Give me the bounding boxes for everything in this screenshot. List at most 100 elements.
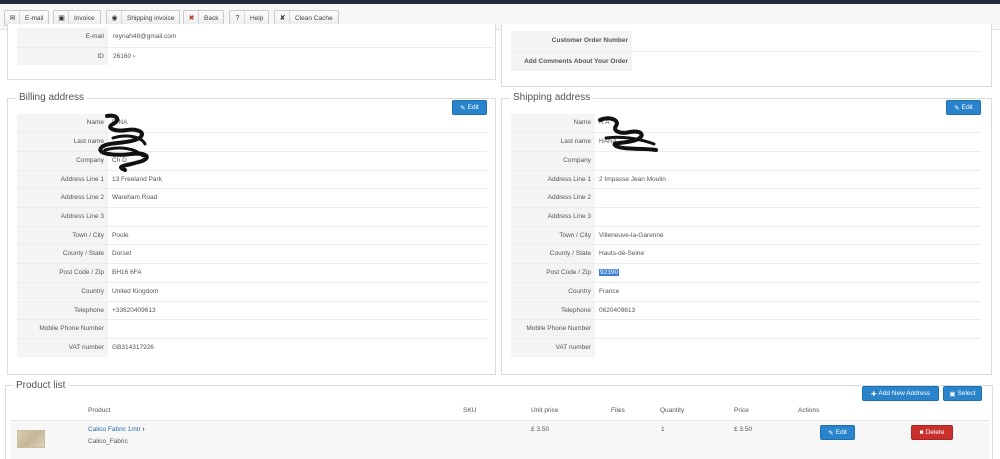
shipping-row-label: Address Line 1 xyxy=(511,170,595,189)
billing-row-label: Mobile Phone Number xyxy=(17,320,108,338)
billing-row: Address Line 1 13 Freeland Park xyxy=(17,169,487,189)
product-name: Calico Fabric 1mtr xyxy=(88,426,141,433)
id-value-text: 26160 xyxy=(113,52,132,60)
back-button-label: Back xyxy=(204,14,219,22)
shipping-row-label: Mobile Phone Number xyxy=(511,320,595,338)
shipping-row: Country France xyxy=(511,281,981,301)
clean-cache-button-label: Clean Cache xyxy=(295,14,333,22)
redaction-scribble-shipping xyxy=(598,116,658,152)
shipping-row: Name R A xyxy=(511,113,981,133)
billing-row-label: Address Line 2 xyxy=(17,189,108,207)
billing-row-value: +33620409613 xyxy=(112,306,156,314)
product-name-link[interactable]: Calico Fabric 1mtr › xyxy=(88,426,145,433)
billing-row-value: Dorset xyxy=(112,250,132,258)
shipping-row-label: Last name xyxy=(511,133,595,151)
shipping-row-label: Name xyxy=(511,113,595,133)
header-price: Price xyxy=(734,407,749,414)
redaction-scribble-billing xyxy=(98,113,149,172)
add-new-address-label: Add New Address xyxy=(878,390,931,397)
product-quantity: 1 xyxy=(661,426,665,433)
product-list-title: Product list xyxy=(13,380,69,391)
shipping-row-label: Telephone xyxy=(511,301,595,320)
document-icon: ▣ xyxy=(55,11,69,25)
billing-row: Name R NA xyxy=(17,113,487,133)
shipping-row: Mobile Phone Number xyxy=(511,319,981,338)
add-new-address-button[interactable]: ✚ Add New Address xyxy=(862,386,939,401)
chevron-right-icon: › xyxy=(142,426,145,433)
product-edit-button[interactable]: ✎ Edit xyxy=(820,425,855,440)
header-sku: SKU xyxy=(463,407,477,414)
shipping-row: County / State Hauts-de-Seine xyxy=(511,244,981,264)
pencil-icon: ✎ xyxy=(828,429,834,437)
shipping-row-label: Town / City xyxy=(511,226,595,245)
broom-icon: ✘ xyxy=(276,11,290,25)
shipping-address-title: Shipping address xyxy=(510,92,594,103)
product-subname: Calico_Fabric xyxy=(88,438,128,445)
email-label: E-mail xyxy=(17,28,108,47)
order-info-panel: Customer Order Number Add Comments About… xyxy=(501,24,992,87)
help-icon: ? xyxy=(231,11,245,25)
shipping-row-label: Address Line 2 xyxy=(511,189,595,207)
header-actions: Actions xyxy=(798,407,820,414)
shipping-row: Town / City Villeneuve-la-Garenne xyxy=(511,225,981,245)
shipping-row: Address Line 2 xyxy=(511,188,981,207)
shipping-row-label: VAT number xyxy=(511,338,595,357)
shipping-row: Post Code / Zip 92390 xyxy=(511,263,981,282)
shipping-invoice-button-label: Shipping invoice xyxy=(127,14,175,22)
billing-row: Mobile Phone Number xyxy=(17,319,487,338)
back-icon: ✖ xyxy=(185,11,199,25)
shipping-row: Address Line 1 2 Impasse Jean Moulin xyxy=(511,169,981,189)
header-product: Product xyxy=(88,407,111,414)
billing-row: Address Line 2 Wareham Road xyxy=(17,188,487,207)
pencil-icon: ✎ xyxy=(460,104,466,112)
invoice-button-label: Invoice xyxy=(74,14,95,22)
billing-row: Post Code / Zip BH16 6FA xyxy=(17,263,487,282)
product-thumbnail[interactable] xyxy=(17,430,45,448)
add-comments-row: Add Comments About Your Order xyxy=(511,51,982,71)
billing-row-value: Wareham Road xyxy=(112,194,158,202)
product-price: £ 3.50 xyxy=(734,426,753,433)
shipping-row: Address Line 3 xyxy=(511,207,981,226)
product-delete-label: Delete xyxy=(925,429,945,436)
billing-row: Address Line 3 xyxy=(17,207,487,226)
shipping-row-value: France xyxy=(599,287,620,295)
billing-row-value: Poole xyxy=(112,231,129,239)
select-label: Select xyxy=(957,390,976,397)
map-marker-icon: ◉ xyxy=(108,11,122,25)
billing-row: Last name xyxy=(17,132,487,151)
selected-text: 92390 xyxy=(599,269,620,277)
billing-row: Telephone +33620409613 xyxy=(17,300,487,320)
shipping-address-panel: Shipping address ✎ Edit Name R A Last name… xyxy=(501,92,992,375)
billing-row-label: Country xyxy=(17,282,108,301)
select-button[interactable]: ▣ Select xyxy=(943,386,982,401)
envelope-icon: ✉ xyxy=(6,11,20,25)
billing-address-panel: Billing address ✎ Edit Name R NA Last name… xyxy=(7,92,496,375)
billing-row-label: VAT number xyxy=(17,338,108,357)
shipping-edit-label: Edit xyxy=(961,104,973,111)
product-edit-label: Edit xyxy=(835,429,847,436)
shipping-row-label: Address Line 3 xyxy=(511,208,595,226)
check-square-icon: ▣ xyxy=(949,390,956,398)
billing-row: VAT number GB314317926 xyxy=(17,337,487,357)
plus-icon: ✚ xyxy=(870,390,877,398)
id-row: ID 26160 › xyxy=(17,46,494,66)
chevron-right-icon: › xyxy=(132,52,136,60)
shipping-row-value: Villeneuve-la-Garenne xyxy=(599,231,664,239)
id-value[interactable]: 26160 › xyxy=(113,48,135,66)
billing-row-label: Address Line 3 xyxy=(17,208,108,226)
billing-row: Town / City Poole xyxy=(17,225,487,245)
product-delete-button[interactable]: ■ Delete xyxy=(911,425,953,440)
billing-row-label: Post Code / Zip xyxy=(17,264,108,282)
shipping-row-value: Hauts-de-Seine xyxy=(599,250,645,258)
billing-row: Company Ch D xyxy=(17,150,487,170)
shipping-row: Last name HANA xyxy=(511,132,981,151)
billing-row: County / State Dorset xyxy=(17,244,487,264)
header-quantity: Quantity xyxy=(660,407,685,414)
shipping-row-label: Company xyxy=(511,151,595,170)
customer-order-number-label: Customer Order Number xyxy=(511,31,632,51)
product-unit-price: £ 3.50 xyxy=(531,426,550,433)
billing-edit-label: Edit xyxy=(467,104,479,111)
help-button-label: Help xyxy=(250,14,264,22)
billing-address-title: Billing address xyxy=(16,92,88,103)
shipping-row: VAT number xyxy=(511,337,981,357)
